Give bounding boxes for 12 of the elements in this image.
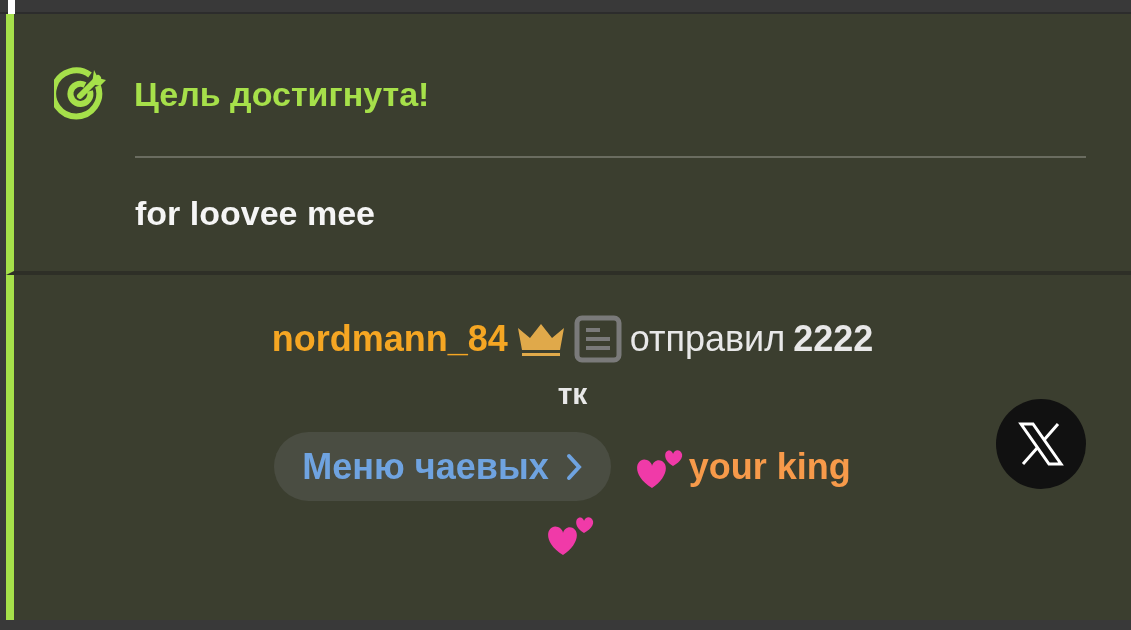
currency-label: тк xyxy=(557,376,588,412)
username: nordmann_84 xyxy=(271,317,508,361)
goal-title: Цель достигнута! xyxy=(134,73,430,115)
sent-label: отправил xyxy=(629,317,786,361)
crown-icon xyxy=(515,322,566,356)
goal-description: for loovee mee xyxy=(134,193,376,234)
tip-menu-button[interactable]: Меню чаевых xyxy=(274,432,611,501)
x-logo-icon xyxy=(1018,421,1064,467)
document-icon xyxy=(573,315,622,363)
tip-amount: 2222 xyxy=(793,317,874,361)
tip-message: your king xyxy=(688,444,851,489)
chevron-right-icon xyxy=(564,452,583,481)
